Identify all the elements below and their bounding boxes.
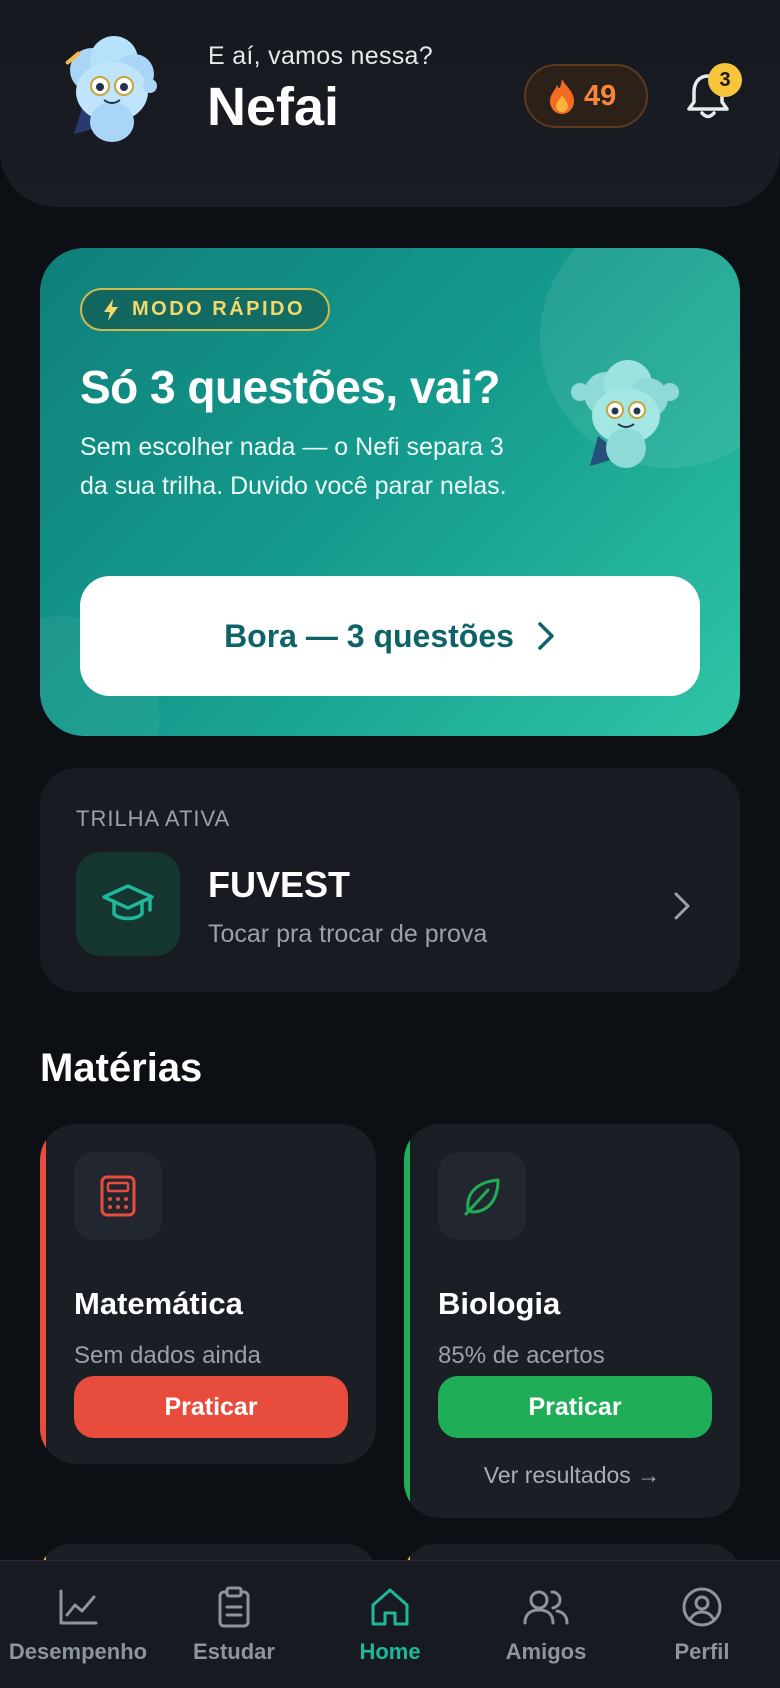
header: E aí, vamos nessa? Nefai 49 3: [0, 0, 780, 207]
lightning-icon: [104, 298, 118, 321]
flame-icon: [550, 79, 574, 114]
nav-label: Perfil: [674, 1639, 730, 1664]
bottom-nav: Desempenho Estudar Home Amigos Perfil: [0, 1560, 780, 1688]
calculator-icon: [100, 1175, 136, 1217]
view-results-link[interactable]: Ver resultados →: [404, 1462, 740, 1489]
subject-card-matematica[interactable]: Matemática Sem dados ainda Praticar: [40, 1124, 376, 1464]
subject-name: Biologia: [438, 1286, 561, 1321]
practice-button[interactable]: Praticar: [438, 1376, 712, 1438]
nav-label: Amigos: [505, 1639, 587, 1664]
quick-start-button-label: Bora — 3 questões: [224, 617, 514, 654]
subject-status: 85% de acertos: [438, 1342, 605, 1369]
users-icon: [523, 1590, 569, 1625]
active-track-hint: Tocar pra trocar de prova: [208, 920, 488, 948]
streak-count: 49: [584, 79, 617, 112]
nav-item-perfil[interactable]: Perfil: [624, 1561, 780, 1688]
nav-item-estudar[interactable]: Estudar: [156, 1561, 312, 1688]
practice-button-label: Praticar: [164, 1392, 258, 1421]
subject-color-stripe: [40, 1124, 46, 1464]
quick-mode-description: Sem escolher nada — o Nefi separa 3 da s…: [80, 433, 507, 500]
quick-mode-badge-label: MODO RÁPIDO: [132, 298, 306, 320]
nav-item-amigos[interactable]: Amigos: [468, 1561, 624, 1688]
nav-item-home[interactable]: Home: [312, 1561, 468, 1688]
home-icon: [371, 1588, 409, 1626]
quick-mode-title: Só 3 questões, vai?: [80, 361, 500, 413]
chart-line-icon: [59, 1589, 98, 1625]
active-track-name: FUVEST: [208, 864, 351, 905]
subjects-section-title: Matérias: [40, 1046, 203, 1090]
mascot-avatar[interactable]: [52, 30, 172, 150]
graduation-cap-icon: [102, 884, 154, 921]
subject-color-stripe: [404, 1124, 410, 1518]
user-circle-icon: [682, 1587, 722, 1627]
nav-item-desempenho[interactable]: Desempenho: [0, 1561, 156, 1688]
practice-button[interactable]: Praticar: [74, 1376, 348, 1438]
mascot-cheering-illustration: [571, 360, 679, 468]
greeting-subtitle: E aí, vamos nessa?: [208, 42, 433, 70]
clipboard-icon: [218, 1586, 250, 1628]
chevron-right-icon: [674, 892, 690, 920]
active-track-card[interactable]: TRILHA ATIVA FUVEST Tocar pra trocar de …: [40, 768, 740, 992]
notification-badge: 3: [708, 63, 742, 97]
calculator-icon-box: [74, 1152, 162, 1240]
user-name: Nefai: [207, 77, 340, 137]
nav-label: Home: [359, 1639, 421, 1664]
subject-status: Sem dados ainda: [74, 1342, 261, 1369]
subject-card-biologia[interactable]: Biologia 85% de acertos Praticar Ver res…: [404, 1124, 740, 1518]
chevron-right-icon: [538, 622, 554, 650]
practice-button-label: Praticar: [528, 1392, 622, 1421]
leaf-icon-box: [438, 1152, 526, 1240]
streak-pill[interactable]: 49: [524, 64, 648, 128]
quick-mode-card: MODO RÁPIDO Só 3 questões, vai? Sem esco…: [40, 248, 740, 736]
nav-label: Desempenho: [8, 1639, 148, 1664]
quick-start-button[interactable]: Bora — 3 questões: [80, 576, 700, 696]
quick-mode-badge: MODO RÁPIDO: [80, 288, 330, 331]
graduation-cap-icon-box: [76, 852, 180, 956]
leaf-icon: [464, 1178, 500, 1216]
subject-name: Matemática: [74, 1286, 243, 1321]
nav-label: Estudar: [193, 1639, 275, 1664]
active-track-label: TRILHA ATIVA: [76, 806, 231, 831]
